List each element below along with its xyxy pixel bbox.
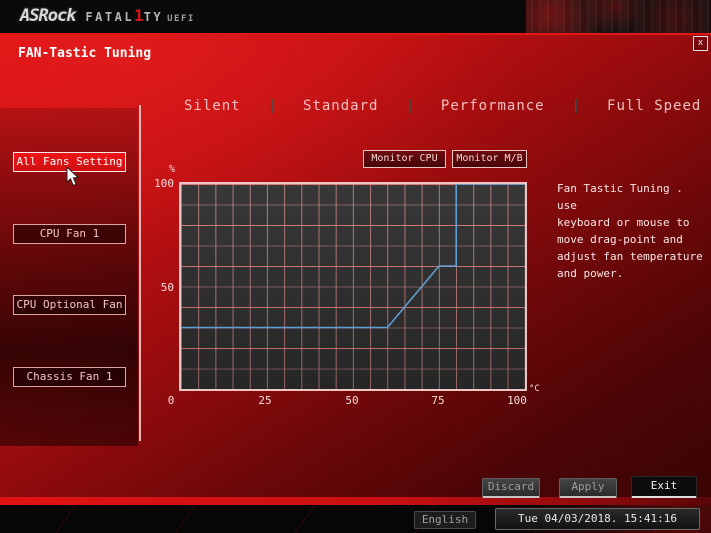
y-tick-100: 100: [154, 177, 174, 190]
tab-performance[interactable]: Performance: [441, 98, 545, 114]
mouse-cursor-icon: [66, 167, 80, 187]
sidebar-item-cpu-fan-1[interactable]: CPU Fan 1: [13, 224, 126, 244]
x-tick-0: 0: [167, 394, 175, 407]
y-axis-unit-label: %: [169, 164, 176, 175]
discard-button[interactable]: Discard: [482, 478, 540, 498]
circuit-texture: [526, 0, 711, 33]
tab-separator: |: [405, 98, 414, 114]
asrock-wordmark: ASRock: [20, 6, 76, 26]
monitor-cpu-button[interactable]: Monitor CPU: [363, 150, 446, 168]
tab-standard[interactable]: Standard: [303, 98, 378, 114]
apply-button[interactable]: Apply: [559, 478, 617, 498]
sidebar-item-chassis-fan-1[interactable]: Chassis Fan 1: [13, 367, 126, 387]
fatal1ty-one: 1: [134, 6, 144, 25]
tab-separator: |: [267, 98, 277, 114]
fan-curve-chart[interactable]: [179, 182, 527, 391]
tab-separator: |: [571, 98, 581, 114]
fan-curve-svg: [181, 184, 525, 389]
y-tick-50: 50: [160, 281, 174, 294]
help-text: Fan Tastic Tuning . use keyboard or mous…: [557, 182, 703, 280]
top-bar: ASRock FATAL1TY UEFI: [0, 0, 711, 33]
asrock-fatal1ty-logo: ASRock FATAL1TY UEFI: [20, 6, 195, 26]
sidebar-divider: [139, 105, 141, 441]
tab-full-speed[interactable]: Full Speed: [607, 98, 701, 114]
x-tick-100: 100: [507, 394, 527, 407]
sidebar-item-cpu-optional-fan[interactable]: CPU Optional Fan: [13, 295, 126, 315]
language-button[interactable]: English: [414, 511, 476, 529]
uefi-screen: { "brand": { "asrock": "ASRock", "fatal_…: [0, 0, 711, 533]
datetime-display: Tue 04/03/2018. 15:41:16: [495, 508, 700, 530]
x-tick-75: 75: [431, 394, 445, 407]
fan-profile-tabs: Silent | Standard | Performance | Full S…: [184, 98, 701, 114]
x-axis-unit-label: °C: [529, 384, 540, 394]
exit-button[interactable]: Exit: [631, 476, 697, 498]
fatal1ty-wordmark: FATAL1TY: [85, 6, 164, 25]
uefi-wordmark: UEFI: [167, 14, 195, 24]
panel-bottom-strip: [0, 497, 711, 505]
page-title: FAN-Tastic Tuning: [18, 46, 152, 61]
x-tick-25: 25: [258, 394, 272, 407]
x-tick-50: 50: [345, 394, 359, 407]
close-button[interactable]: x: [693, 36, 708, 51]
tab-silent[interactable]: Silent: [184, 98, 241, 114]
monitor-mb-button[interactable]: Monitor M/B: [452, 150, 527, 168]
